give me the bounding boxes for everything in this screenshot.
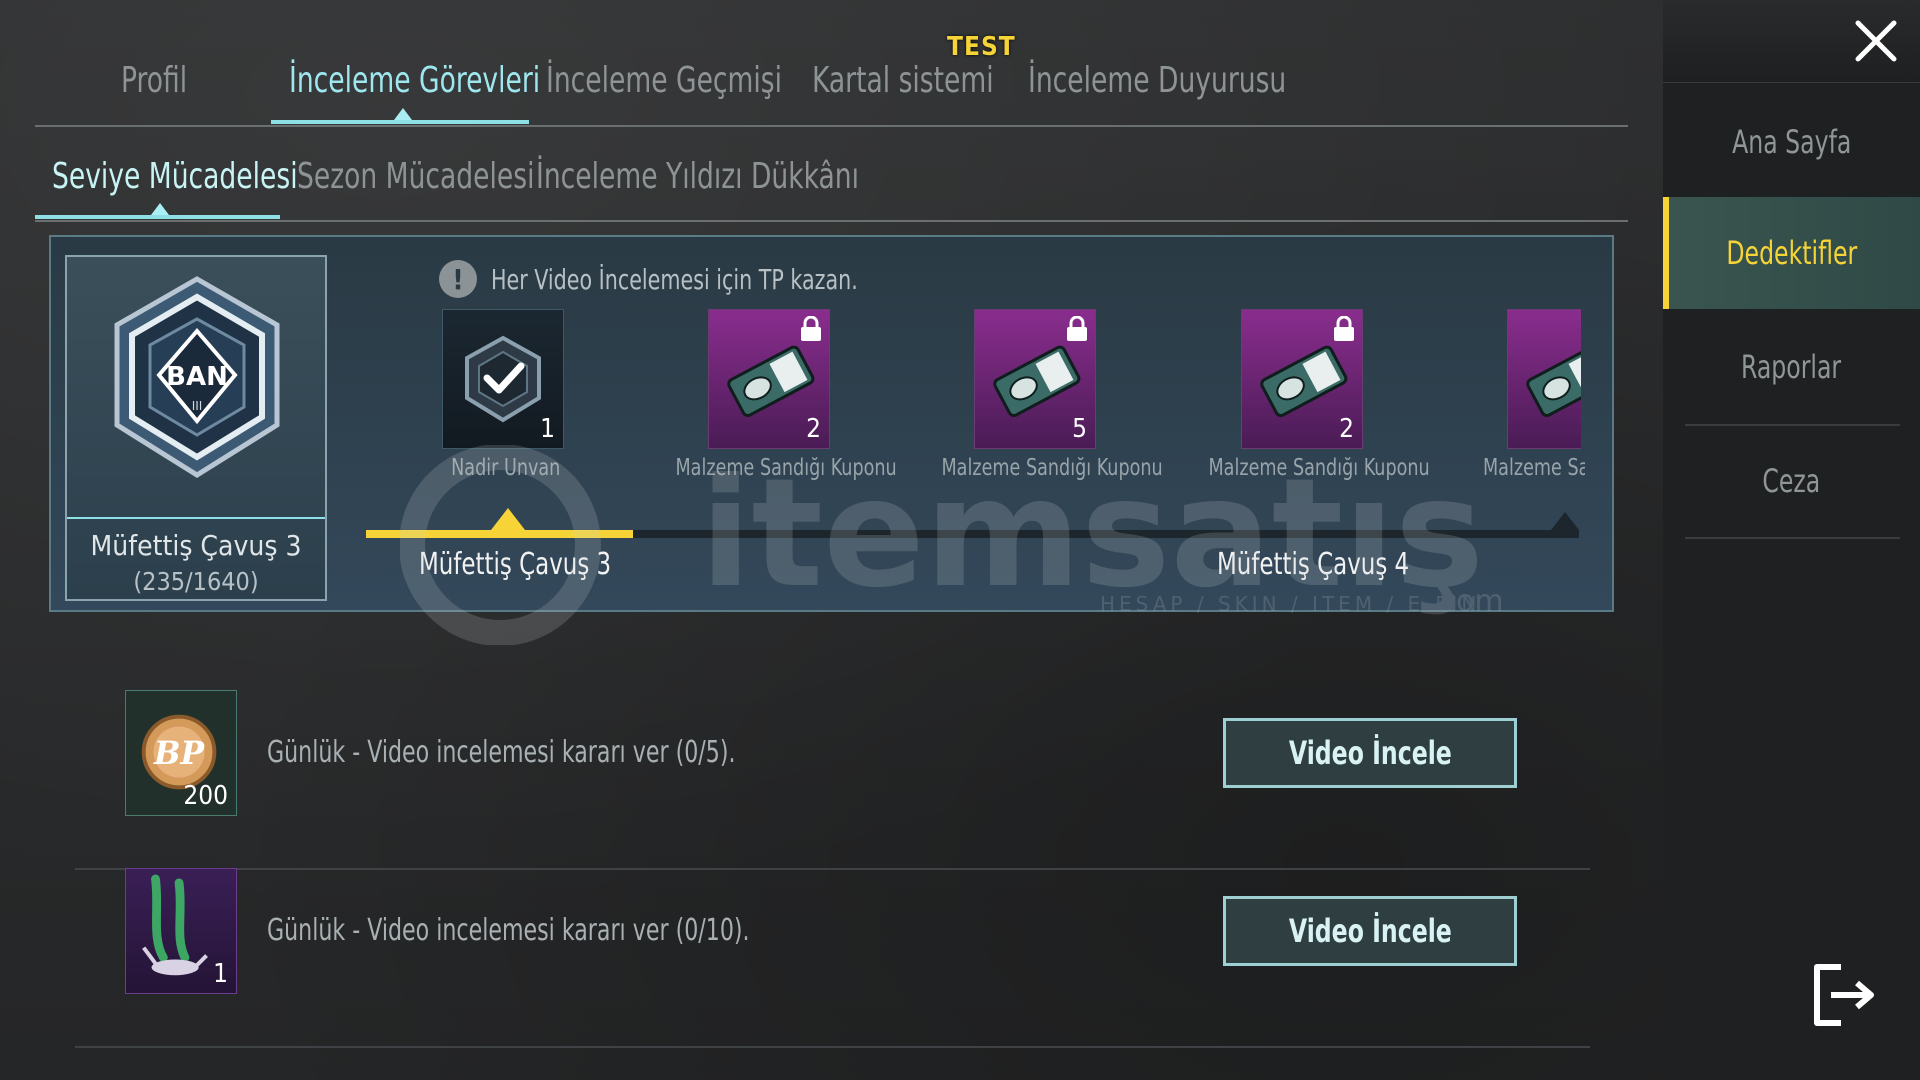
sidebar-item-ceza[interactable]: Ceza	[1663, 425, 1920, 537]
right-sidebar: Ana Sayfa Dedektifler Raporlar Ceza	[1663, 0, 1920, 1080]
rank-name: Müfettiş Çavuş 3	[90, 529, 302, 562]
subtab-sezon-mucadelesi[interactable]: Sezon Mücadelesi	[297, 156, 534, 197]
sidebar-item-ana-sayfa[interactable]: Ana Sayfa	[1663, 86, 1920, 198]
reward-coupon-1[interactable]: 2	[708, 309, 830, 449]
subtab-inceleme-yildizi-dukkani[interactable]: İnceleme Yıldızı Dükkânı	[536, 156, 859, 197]
tab-inceleme-gecmisi[interactable]: İnceleme Geçmişi	[546, 60, 782, 101]
alert-icon: !	[439, 260, 477, 298]
button-label: Video İncele	[1288, 912, 1452, 950]
next-level-label: Müfettiş Çavuş 4	[1217, 547, 1410, 582]
reward-nadir-unvan[interactable]: 1	[442, 309, 564, 449]
active-subtab-caret	[151, 203, 169, 215]
reward-coupon-4[interactable]	[1507, 309, 1581, 449]
rank-label-box: Müfettiş Çavuş 3 (235/1640)	[67, 517, 325, 601]
reward-coupon-2[interactable]: 5	[974, 309, 1096, 449]
sidebar-item-raporlar[interactable]: Raporlar	[1663, 311, 1920, 423]
reward-count: 5	[1072, 414, 1087, 444]
level-progress-track	[366, 508, 1579, 538]
active-tab-caret	[394, 108, 412, 120]
tab-inceleme-gorevleri[interactable]: İnceleme Görevleri	[289, 60, 540, 101]
reward-label: Malzeme Sandığı Kuponu	[941, 455, 1163, 481]
emblem-text: BAN	[166, 362, 228, 392]
reward-count: 2	[1339, 414, 1354, 444]
active-subtab-underline	[35, 215, 280, 219]
coupon-icon	[1526, 345, 1581, 418]
reward-label: Nadir Unvan	[451, 455, 561, 481]
top-tab-bar: Profil İnceleme Görevleri İnceleme Geçmi…	[35, 32, 1628, 127]
subtab-seviye-mucadelesi[interactable]: Seviye Mücadelesi	[52, 156, 298, 197]
tab-inceleme-duyurusu[interactable]: İnceleme Duyurusu	[1028, 60, 1286, 101]
tab-profil[interactable]: Profil	[121, 60, 187, 101]
active-tab-underline	[271, 120, 529, 124]
close-icon[interactable]	[1853, 18, 1899, 64]
rank-progress: (235/1640)	[133, 567, 259, 596]
reward-label: Malzeme Sandığı Kuponu	[1208, 455, 1430, 481]
task-reward-count: 1	[213, 959, 228, 989]
reward-label: Malzeme Sand	[1483, 455, 1585, 481]
current-level-label: Müfettiş Çavuş 3	[419, 547, 612, 582]
rank-card: BAN III Müfettiş Çavuş 3 (235/1640)	[65, 255, 327, 601]
level-progress-panel: BAN III Müfettiş Çavuş 3 (235/1640) ! He…	[49, 235, 1614, 612]
sidebar-item-label: Raporlar	[1741, 348, 1842, 386]
bp-coin-text: BP	[153, 735, 206, 772]
reward-label: Malzeme Sandığı Kuponu	[675, 455, 897, 481]
video-incele-button[interactable]: Video İncele	[1223, 896, 1517, 966]
lock-icon	[1334, 316, 1354, 341]
sidebar-item-label: Ceza	[1762, 462, 1821, 500]
parachute-trail-icon: 1	[125, 868, 237, 994]
hint-text: Her Video İncelemesi için TP kazan.	[491, 262, 858, 296]
tab-kartal-sistemi[interactable]: Kartal sistemi	[812, 60, 994, 101]
task-description: Günlük - Video incelemesi kararı ver (0/…	[267, 913, 750, 948]
test-badge: TEST	[947, 32, 1016, 62]
task-description: Günlük - Video incelemesi kararı ver (0/…	[267, 735, 736, 770]
reward-coupon-3[interactable]: 2	[1241, 309, 1363, 449]
sidebar-divider	[1685, 537, 1900, 539]
sidebar-item-dedektifler[interactable]: Dedektifler	[1663, 197, 1920, 309]
lock-icon	[1067, 316, 1087, 341]
task-row: 1 Günlük - Video incelemesi kararı ver (…	[75, 868, 1590, 1048]
lock-icon	[801, 316, 821, 341]
rank-emblem-icon: BAN III	[114, 276, 280, 478]
active-indicator	[1663, 197, 1669, 309]
task-row: BP 200 Günlük - Video incelemesi kararı …	[75, 690, 1590, 870]
sidebar-item-label: Ana Sayfa	[1731, 123, 1852, 161]
current-level-marker	[491, 508, 525, 530]
exit-icon[interactable]	[1803, 955, 1883, 1035]
next-level-marker	[1551, 512, 1579, 530]
reward-count: 2	[806, 414, 821, 444]
sub-tab-bar: Seviye Mücadelesi Sezon Mücadelesi İncel…	[35, 140, 1628, 222]
bp-coin-icon: BP 200	[125, 690, 237, 816]
tp-hint: ! Her Video İncelemesi için TP kazan.	[439, 257, 938, 301]
button-label: Video İncele	[1288, 734, 1452, 772]
video-incele-button[interactable]: Video İncele	[1223, 718, 1517, 788]
main-panel: Profil İnceleme Görevleri İnceleme Geçmi…	[0, 0, 1663, 1080]
sidebar-item-label: Dedektifler	[1726, 234, 1857, 272]
reward-count: 1	[540, 414, 555, 444]
level-progress-fill	[366, 530, 633, 538]
emblem-tier: III	[192, 399, 203, 413]
task-reward-count: 200	[183, 781, 228, 811]
